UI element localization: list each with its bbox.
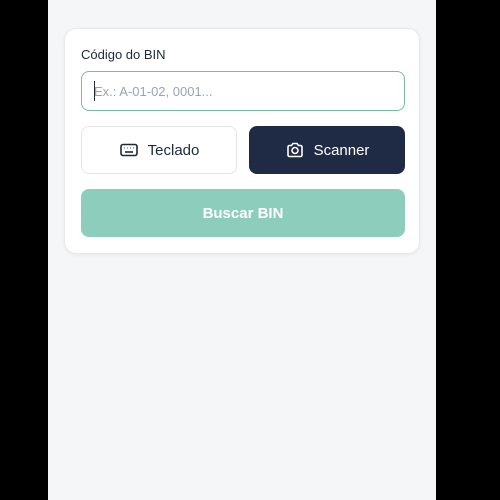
keyboard-mode-label: Teclado	[147, 141, 200, 159]
app-screen: Código do BIN Teclado	[48, 0, 436, 500]
keyboard-icon	[119, 140, 139, 160]
search-bin-button[interactable]: Buscar BIN	[81, 189, 405, 237]
scanner-mode-label: Scanner	[313, 141, 370, 159]
bin-code-input[interactable]	[81, 71, 405, 111]
bin-code-label: Código do BIN	[81, 47, 166, 62]
scanner-mode-button[interactable]: Scanner	[249, 126, 405, 174]
camera-icon	[285, 140, 305, 160]
search-bin-label: Buscar BIN	[202, 204, 284, 222]
bin-search-card: Código do BIN Teclado	[64, 28, 420, 254]
keyboard-mode-button[interactable]: Teclado	[81, 126, 237, 174]
text-caret	[94, 81, 95, 101]
